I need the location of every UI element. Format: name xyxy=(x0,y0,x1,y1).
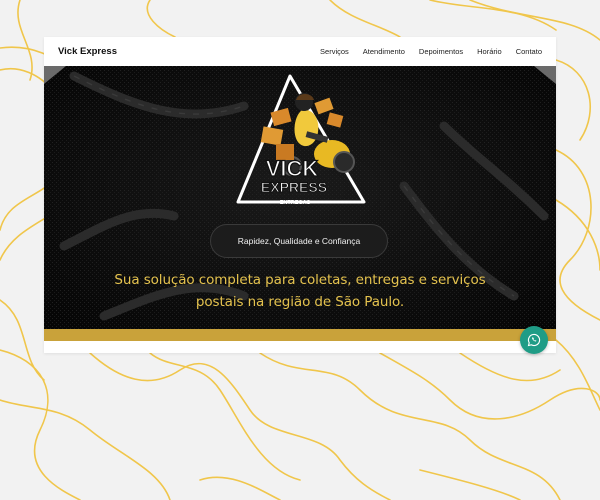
nav-link-servicos[interactable]: Serviços xyxy=(320,47,349,56)
hero-tagline-line2: postais na região de São Paulo. xyxy=(195,294,405,310)
svg-text:VICK: VICK xyxy=(266,156,319,181)
vick-express-logo: VICK EXPRESS ENTREGAS xyxy=(236,74,366,206)
hero-section: VICK EXPRESS ENTREGAS Rapidez, Qualidade… xyxy=(44,66,556,341)
nav-link-horario[interactable]: Horário xyxy=(477,47,502,56)
brand-name[interactable]: Vick Express xyxy=(58,46,117,57)
website-frame: Vick Express Serviços Atendimento Depoim… xyxy=(44,37,556,353)
hero-gold-bar xyxy=(44,329,556,341)
site-header: Vick Express Serviços Atendimento Depoim… xyxy=(44,37,556,66)
hero-tagline-line1: Sua solução completa para coletas, entre… xyxy=(114,272,486,288)
tagline-pill: Rapidez, Qualidade e Confiança xyxy=(210,224,388,258)
svg-text:ENTREGAS: ENTREGAS xyxy=(280,200,311,206)
whatsapp-button[interactable] xyxy=(520,326,548,354)
whatsapp-icon xyxy=(527,333,541,347)
svg-text:EXPRESS: EXPRESS xyxy=(261,179,327,195)
main-nav: Serviços Atendimento Depoimentos Horário… xyxy=(320,47,542,56)
nav-link-depoimentos[interactable]: Depoimentos xyxy=(419,47,463,56)
nav-link-atendimento[interactable]: Atendimento xyxy=(363,47,405,56)
nav-link-contato[interactable]: Contato xyxy=(516,47,542,56)
hero-tagline: Sua solução completa para coletas, entre… xyxy=(84,269,516,313)
